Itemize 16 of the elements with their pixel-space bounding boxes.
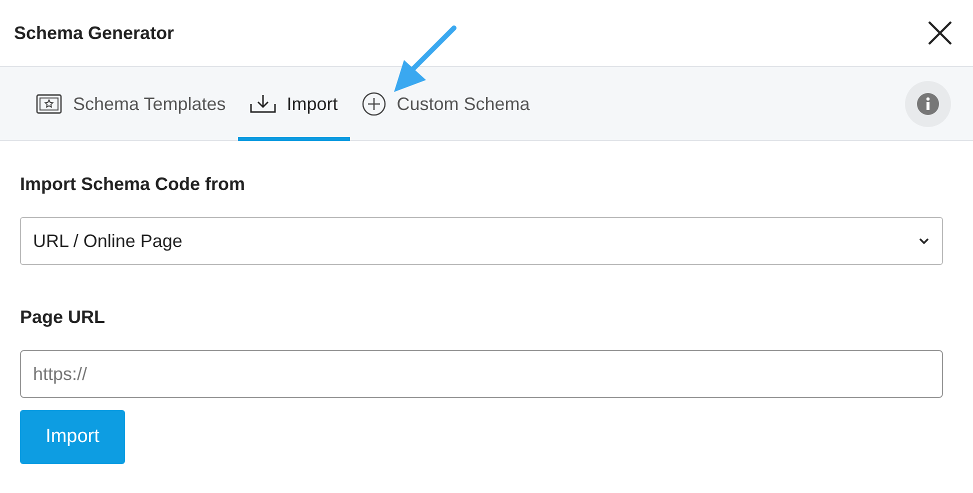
tab[interactable]: Import [238, 67, 350, 141]
certificate-icon [36, 94, 62, 114]
tab[interactable]: Schema Templates [24, 67, 238, 141]
close-button[interactable] [927, 20, 953, 46]
source-dropdown[interactable]: URL / Online Page [20, 217, 943, 265]
chevron-icon [918, 237, 930, 245]
info-icon [917, 92, 939, 114]
info-button[interactable] [905, 80, 951, 126]
plus-circle-icon [362, 92, 386, 116]
tab[interactable]: Custom Schema [350, 67, 542, 141]
download-icon [250, 94, 276, 114]
field-label: Page URL [20, 307, 106, 328]
url-input-field[interactable]: https:// [20, 350, 943, 398]
field-label: Import Schema Code from [20, 174, 246, 195]
window-title: Schema Generator [14, 22, 174, 44]
annotation-arrow [394, 26, 456, 92]
